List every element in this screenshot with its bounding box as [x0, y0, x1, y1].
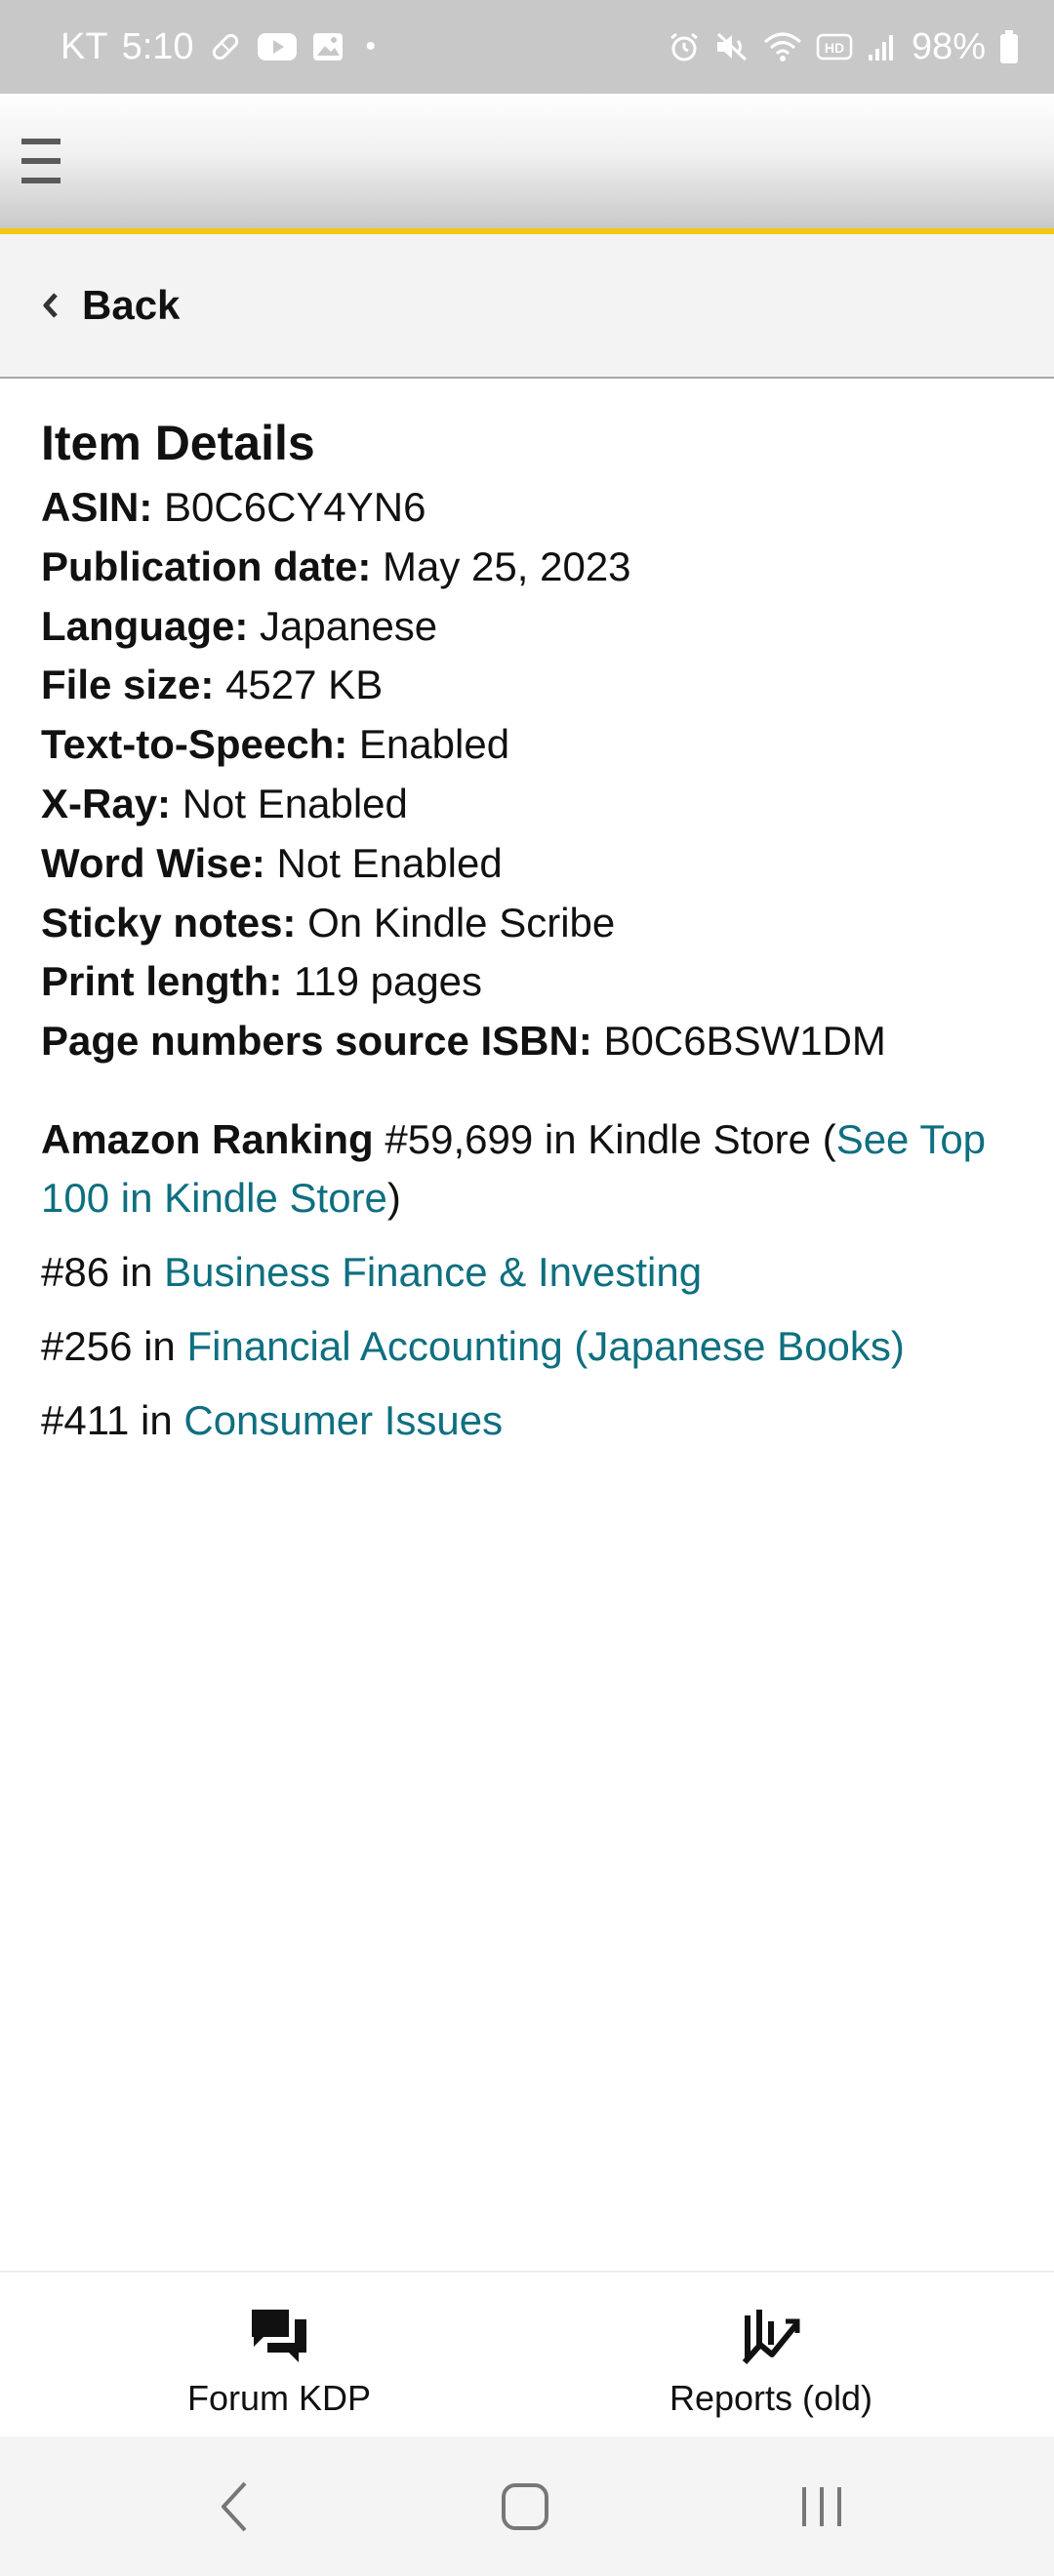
- category-rank-row: #411 in Consumer Issues: [41, 1391, 1017, 1450]
- battery-icon: [999, 29, 1019, 64]
- detail-row-file-size: File size: 4527 KB: [41, 656, 1017, 715]
- item-details-section: Item Details ASIN: B0C6CY4YN6 Publicatio…: [41, 408, 1017, 1450]
- hd-icon: HD: [816, 32, 853, 61]
- detail-value: B0C6CY4YN6: [164, 484, 426, 530]
- category-link[interactable]: Financial Accounting (Japanese Books): [186, 1323, 904, 1369]
- category-rank-row: #256 in Financial Accounting (Japanese B…: [41, 1317, 1017, 1376]
- system-nav-bar: [0, 2436, 1054, 2576]
- detail-label: Print length:: [41, 958, 283, 1005]
- nav-label: Forum KDP: [186, 2378, 372, 2418]
- detail-row-text-to-speech: Text-to-Speech: Enabled: [41, 715, 1017, 775]
- detail-value: 119 pages: [293, 958, 483, 1005]
- notification-dot: •: [365, 30, 377, 62]
- youtube-icon: [257, 31, 298, 62]
- detail-label: Sticky notes:: [41, 899, 297, 946]
- detail-value: Japanese: [260, 602, 438, 649]
- back-nav-icon[interactable]: [205, 2475, 264, 2538]
- status-left: KT 5:10 •: [61, 0, 376, 94]
- back-button[interactable]: Back: [0, 234, 1054, 379]
- carrier-label: KT: [61, 25, 108, 67]
- category-link[interactable]: Consumer Issues: [183, 1397, 503, 1443]
- forum-chat-icon: [248, 2304, 310, 2368]
- category-link[interactable]: Business Finance & Investing: [164, 1249, 702, 1295]
- mute-icon: [714, 30, 750, 63]
- clock-time: 5:10: [121, 25, 194, 67]
- detail-row-word-wise: Word Wise: Not Enabled: [41, 834, 1017, 894]
- app-header: [0, 94, 1054, 234]
- detail-list: ASIN: B0C6CY4YN6 Publication date: May 2…: [41, 478, 1017, 1071]
- detail-value: On Kindle Scribe: [307, 899, 616, 946]
- detail-label: Text-to-Speech:: [41, 721, 348, 768]
- bandage-icon: [208, 29, 243, 64]
- nav-label: Reports (old): [669, 2378, 873, 2418]
- detail-label: Page numbers source ISBN:: [41, 1018, 592, 1065]
- detail-value: 4527 KB: [225, 662, 384, 708]
- forum-kdp-tab[interactable]: Forum KDP: [16, 2273, 543, 2436]
- detail-label: File size:: [41, 662, 215, 708]
- detail-value: Not Enabled: [182, 780, 408, 826]
- ranking-main: Amazon Ranking #59,699 in Kindle Store (…: [41, 1110, 1007, 1228]
- ranking-title: Amazon Ranking: [41, 1115, 374, 1162]
- hamburger-menu-icon[interactable]: [20, 133, 62, 191]
- recents-nav-icon[interactable]: [790, 2475, 853, 2538]
- detail-row-language: Language: Japanese: [41, 597, 1017, 657]
- wifi-icon: [763, 30, 802, 63]
- detail-row-asin: ASIN: B0C6CY4YN6: [41, 478, 1017, 538]
- alarm-icon: [668, 30, 701, 63]
- detail-label: Language:: [41, 602, 249, 649]
- ranking-close-paren: ): [386, 1174, 401, 1221]
- category-rank-row: #86 in Business Finance & Investing: [41, 1243, 1017, 1302]
- detail-label: X-Ray:: [41, 780, 172, 826]
- back-label: Back: [82, 282, 181, 328]
- ranking-main-text: #59,699 in Kindle Store (: [385, 1115, 836, 1162]
- detail-value: Enabled: [358, 721, 510, 768]
- battery-percent: 98%: [911, 25, 986, 67]
- detail-label: ASIN:: [41, 484, 153, 530]
- detail-value: B0C6BSW1DM: [603, 1018, 886, 1065]
- detail-row-print-length: Print length: 119 pages: [41, 952, 1017, 1012]
- reports-old-tab[interactable]: Reports (old): [507, 2273, 1034, 2436]
- detail-row-page-numbers-isbn: Page numbers source ISBN: B0C6BSW1DM: [41, 1012, 1017, 1071]
- reports-chart-icon: [741, 2304, 801, 2368]
- section-title: Item Details: [41, 416, 315, 470]
- status-right: HD 98%: [668, 0, 1019, 94]
- home-nav-icon[interactable]: [494, 2475, 556, 2538]
- status-bar: KT 5:10 • HD 98%: [0, 0, 1054, 94]
- detail-label: Publication date:: [41, 543, 372, 589]
- detail-row-sticky-notes: Sticky notes: On Kindle Scribe: [41, 894, 1017, 953]
- signal-icon: [867, 31, 898, 62]
- svg-text:HD: HD: [825, 40, 844, 56]
- image-icon: [311, 30, 345, 63]
- category-rank: #86 in: [41, 1248, 153, 1295]
- detail-label: Word Wise:: [41, 839, 265, 886]
- detail-value: May 25, 2023: [383, 543, 631, 589]
- detail-row-x-ray: X-Ray: Not Enabled: [41, 775, 1017, 834]
- detail-value: Not Enabled: [276, 839, 503, 886]
- detail-row-publication-date: Publication date: May 25, 2023: [41, 538, 1017, 597]
- amazon-ranking: Amazon Ranking #59,699 in Kindle Store (…: [41, 1110, 1017, 1450]
- chevron-left-icon: [41, 291, 61, 320]
- category-rank: #411 in: [41, 1396, 173, 1443]
- category-rank: #256 in: [41, 1322, 176, 1369]
- bottom-nav: Forum KDP Reports (old): [0, 2271, 1054, 2436]
